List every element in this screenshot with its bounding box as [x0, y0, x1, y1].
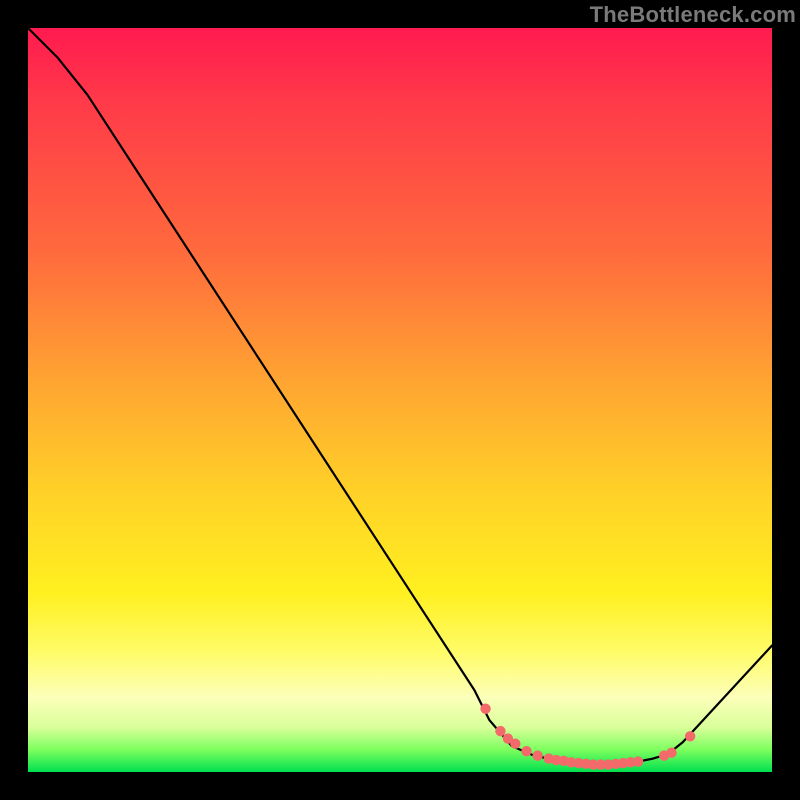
chart-svg: [28, 28, 772, 772]
attribution-text: TheBottleneck.com: [590, 2, 796, 28]
marker-dot: [495, 726, 505, 736]
marker-dot: [521, 746, 531, 756]
marker-dot: [532, 750, 542, 760]
marker-dot: [685, 731, 695, 741]
marker-dot: [633, 756, 643, 766]
curve-line: [28, 28, 772, 765]
chart-frame: TheBottleneck.com: [0, 0, 800, 800]
marker-dot: [480, 704, 490, 714]
marker-dot: [666, 747, 676, 757]
marker-group: [480, 704, 695, 770]
marker-dot: [510, 739, 520, 749]
